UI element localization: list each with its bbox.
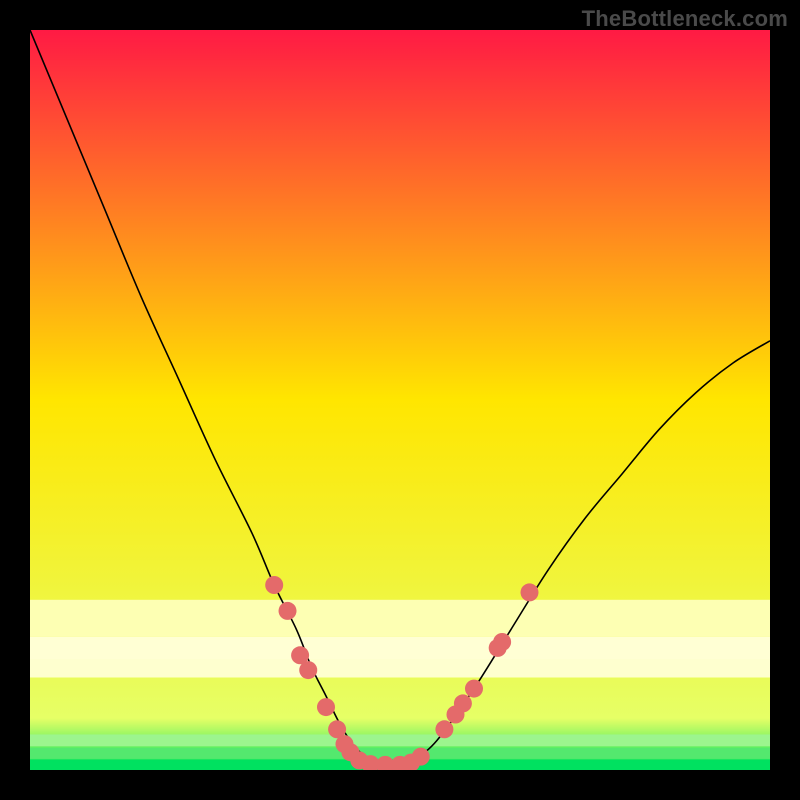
chart-svg [30, 30, 770, 770]
band [30, 600, 770, 637]
data-point-marker [493, 633, 511, 651]
watermark-text: TheBottleneck.com [582, 6, 788, 32]
data-point-marker [412, 748, 430, 766]
data-point-marker [317, 698, 335, 716]
band [30, 637, 770, 659]
band [30, 659, 770, 678]
data-point-marker [521, 583, 539, 601]
data-point-marker [299, 661, 317, 679]
plot-area [30, 30, 770, 770]
data-point-marker [279, 602, 297, 620]
data-point-marker [435, 720, 453, 738]
data-point-marker [465, 680, 483, 698]
chart-frame: TheBottleneck.com [0, 0, 800, 800]
band [30, 734, 770, 746]
data-point-marker [265, 576, 283, 594]
data-point-marker [454, 694, 472, 712]
